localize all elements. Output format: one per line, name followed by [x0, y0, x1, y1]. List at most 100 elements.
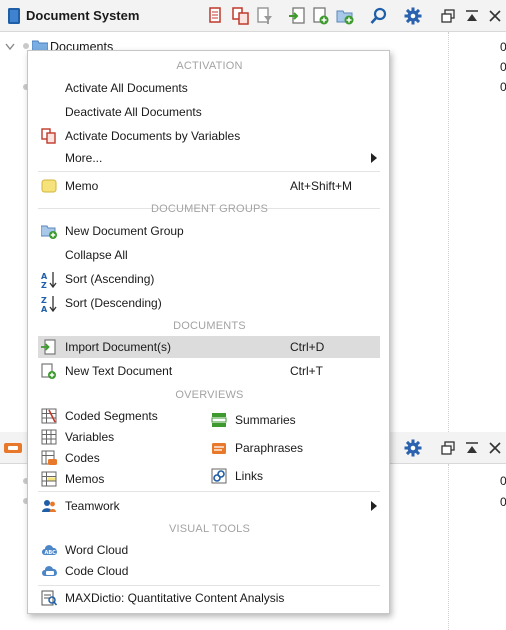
menu-item-deactivate-all[interactable]: Deactivate All Documents — [38, 101, 380, 123]
codes-icon — [41, 450, 57, 466]
document-system-icon — [7, 8, 21, 24]
filter-documents-icon[interactable] — [256, 6, 274, 26]
section-title-documents: DOCUMENTS — [173, 320, 246, 332]
section-title-overviews: OVERVIEWS — [175, 389, 244, 401]
activate-by-variables-icon — [41, 128, 57, 144]
count-value: 0 — [500, 40, 506, 54]
count-value: 0 — [500, 80, 506, 94]
undock-window-icon[interactable] — [440, 7, 456, 25]
menu-item-shortcut: Alt+Shift+M — [290, 179, 353, 193]
menu-item-new-text-document[interactable]: New Text Document Ctrl+T — [38, 360, 380, 382]
collapse-window-icon[interactable] — [464, 439, 480, 457]
menu-item-label: MAXDictio: Quantitative Content Analysis — [65, 591, 285, 605]
import-documents-icon[interactable] — [288, 6, 306, 26]
menu-item-label: Memo — [65, 179, 99, 193]
menu-separator — [38, 585, 380, 586]
activate-documents-icon[interactable] — [208, 6, 226, 26]
menu-item-activate-by-variables[interactable]: Activate Documents by Variables — [38, 125, 380, 147]
menu-item-label: Code Cloud — [65, 564, 129, 578]
close-icon[interactable] — [487, 439, 503, 457]
menu-item-label: Activate Documents by Variables — [65, 129, 241, 143]
count-value: 0 — [500, 495, 506, 509]
context-menu: ACTIVATION Activate All Documents Deacti… — [27, 50, 390, 614]
overview-label: Paraphrases — [235, 441, 304, 455]
paraphrases-icon — [211, 440, 227, 456]
menu-separator — [38, 171, 380, 172]
collapse-window-icon[interactable] — [464, 7, 480, 25]
variables-icon — [41, 429, 57, 445]
menu-item-memo[interactable]: Memo Alt+Shift+M — [38, 175, 380, 197]
overview-label: Links — [235, 469, 264, 483]
menu-item-new-document-group[interactable]: New Document Group — [38, 220, 380, 242]
menu-item-shortcut: Ctrl+D — [290, 340, 325, 354]
menu-item-label: Teamwork — [65, 499, 120, 513]
links-icon — [211, 468, 227, 484]
import-documents-icon — [41, 339, 57, 355]
menu-item-label: Activate All Documents — [65, 81, 188, 95]
menu-item-label: More... — [65, 151, 103, 165]
sort-ascending-icon: AZ — [41, 271, 57, 290]
gear-icon[interactable] — [404, 6, 422, 26]
summaries-icon — [211, 412, 227, 428]
column-divider — [448, 464, 449, 630]
undock-window-icon[interactable] — [440, 439, 456, 457]
search-icon[interactable] — [370, 6, 388, 26]
code-cloud-icon — [41, 563, 57, 579]
count-value: 0 — [500, 60, 506, 74]
svg-text:Z: Z — [41, 281, 47, 289]
column-divider — [448, 32, 449, 432]
close-icon[interactable] — [487, 7, 503, 25]
memo-icon — [41, 178, 57, 194]
overview-label: Memos — [65, 472, 105, 486]
submenu-arrow-icon — [371, 501, 377, 511]
maxdictio-icon — [41, 590, 58, 606]
menu-item-sort-ascending[interactable]: AZ Sort (Ascending) — [38, 268, 380, 290]
menu-item-more[interactable]: More... — [38, 147, 380, 169]
menu-separator — [38, 491, 380, 492]
menu-item-activate-all[interactable]: Activate All Documents — [38, 77, 380, 99]
new-document-group-icon[interactable] — [336, 6, 354, 26]
svg-text:A: A — [41, 272, 48, 281]
gear-icon[interactable] — [404, 438, 422, 458]
tree-expand-chevron-icon[interactable] — [5, 40, 15, 54]
submenu-arrow-icon — [371, 153, 377, 163]
menu-item-label: Word Cloud — [65, 543, 129, 557]
menu-item-label: Sort (Descending) — [65, 296, 162, 310]
menu-item-label: Sort (Ascending) — [65, 272, 155, 286]
coded-segments-icon — [41, 408, 57, 424]
tree-bullet — [23, 43, 29, 49]
memos-icon — [41, 471, 57, 487]
menu-item-import-documents[interactable]: Import Document(s) Ctrl+D — [38, 336, 380, 358]
new-text-document-icon[interactable] — [312, 6, 330, 26]
menu-item-collapse-all[interactable]: Collapse All — [38, 244, 380, 266]
menu-item-label: Import Document(s) — [65, 340, 172, 354]
overview-label: Variables — [65, 430, 115, 444]
section-title-document-groups: DOCUMENT GROUPS — [150, 203, 269, 215]
activate-by-variables-icon[interactable] — [232, 6, 250, 26]
menu-item-teamwork[interactable]: Teamwork — [38, 495, 380, 517]
svg-text:A: A — [41, 305, 48, 313]
section-title-visual-tools: VISUAL TOOLS — [168, 523, 251, 535]
svg-text:ABC: ABC — [45, 550, 57, 556]
count-value: 0 — [500, 474, 506, 488]
overview-label: Coded Segments — [65, 409, 158, 423]
svg-text:Z: Z — [41, 296, 47, 305]
menu-item-sort-descending[interactable]: ZA Sort (Descending) — [38, 292, 380, 314]
overview-label: Summaries — [235, 413, 296, 427]
word-cloud-icon: ABC — [41, 542, 57, 558]
window-title: Document System — [26, 8, 140, 23]
menu-item-label: Collapse All — [65, 248, 128, 262]
teamwork-icon — [41, 498, 57, 514]
menu-item-label: Deactivate All Documents — [65, 105, 202, 119]
sort-descending-icon: ZA — [41, 295, 57, 314]
document-system-header: Document System — [0, 0, 506, 32]
menu-item-label: New Text Document — [65, 364, 173, 378]
overview-label: Codes — [65, 451, 100, 465]
menu-item-shortcut: Ctrl+T — [290, 364, 323, 378]
section-title-activation: ACTIVATION — [176, 60, 243, 72]
menu-item-maxdictio[interactable]: MAXDictio: Quantitative Content Analysis — [38, 587, 380, 609]
new-text-document-icon — [41, 363, 57, 379]
menu-item-label: New Document Group — [65, 224, 184, 238]
new-document-group-icon — [40, 223, 57, 239]
code-window-icon — [4, 440, 22, 456]
